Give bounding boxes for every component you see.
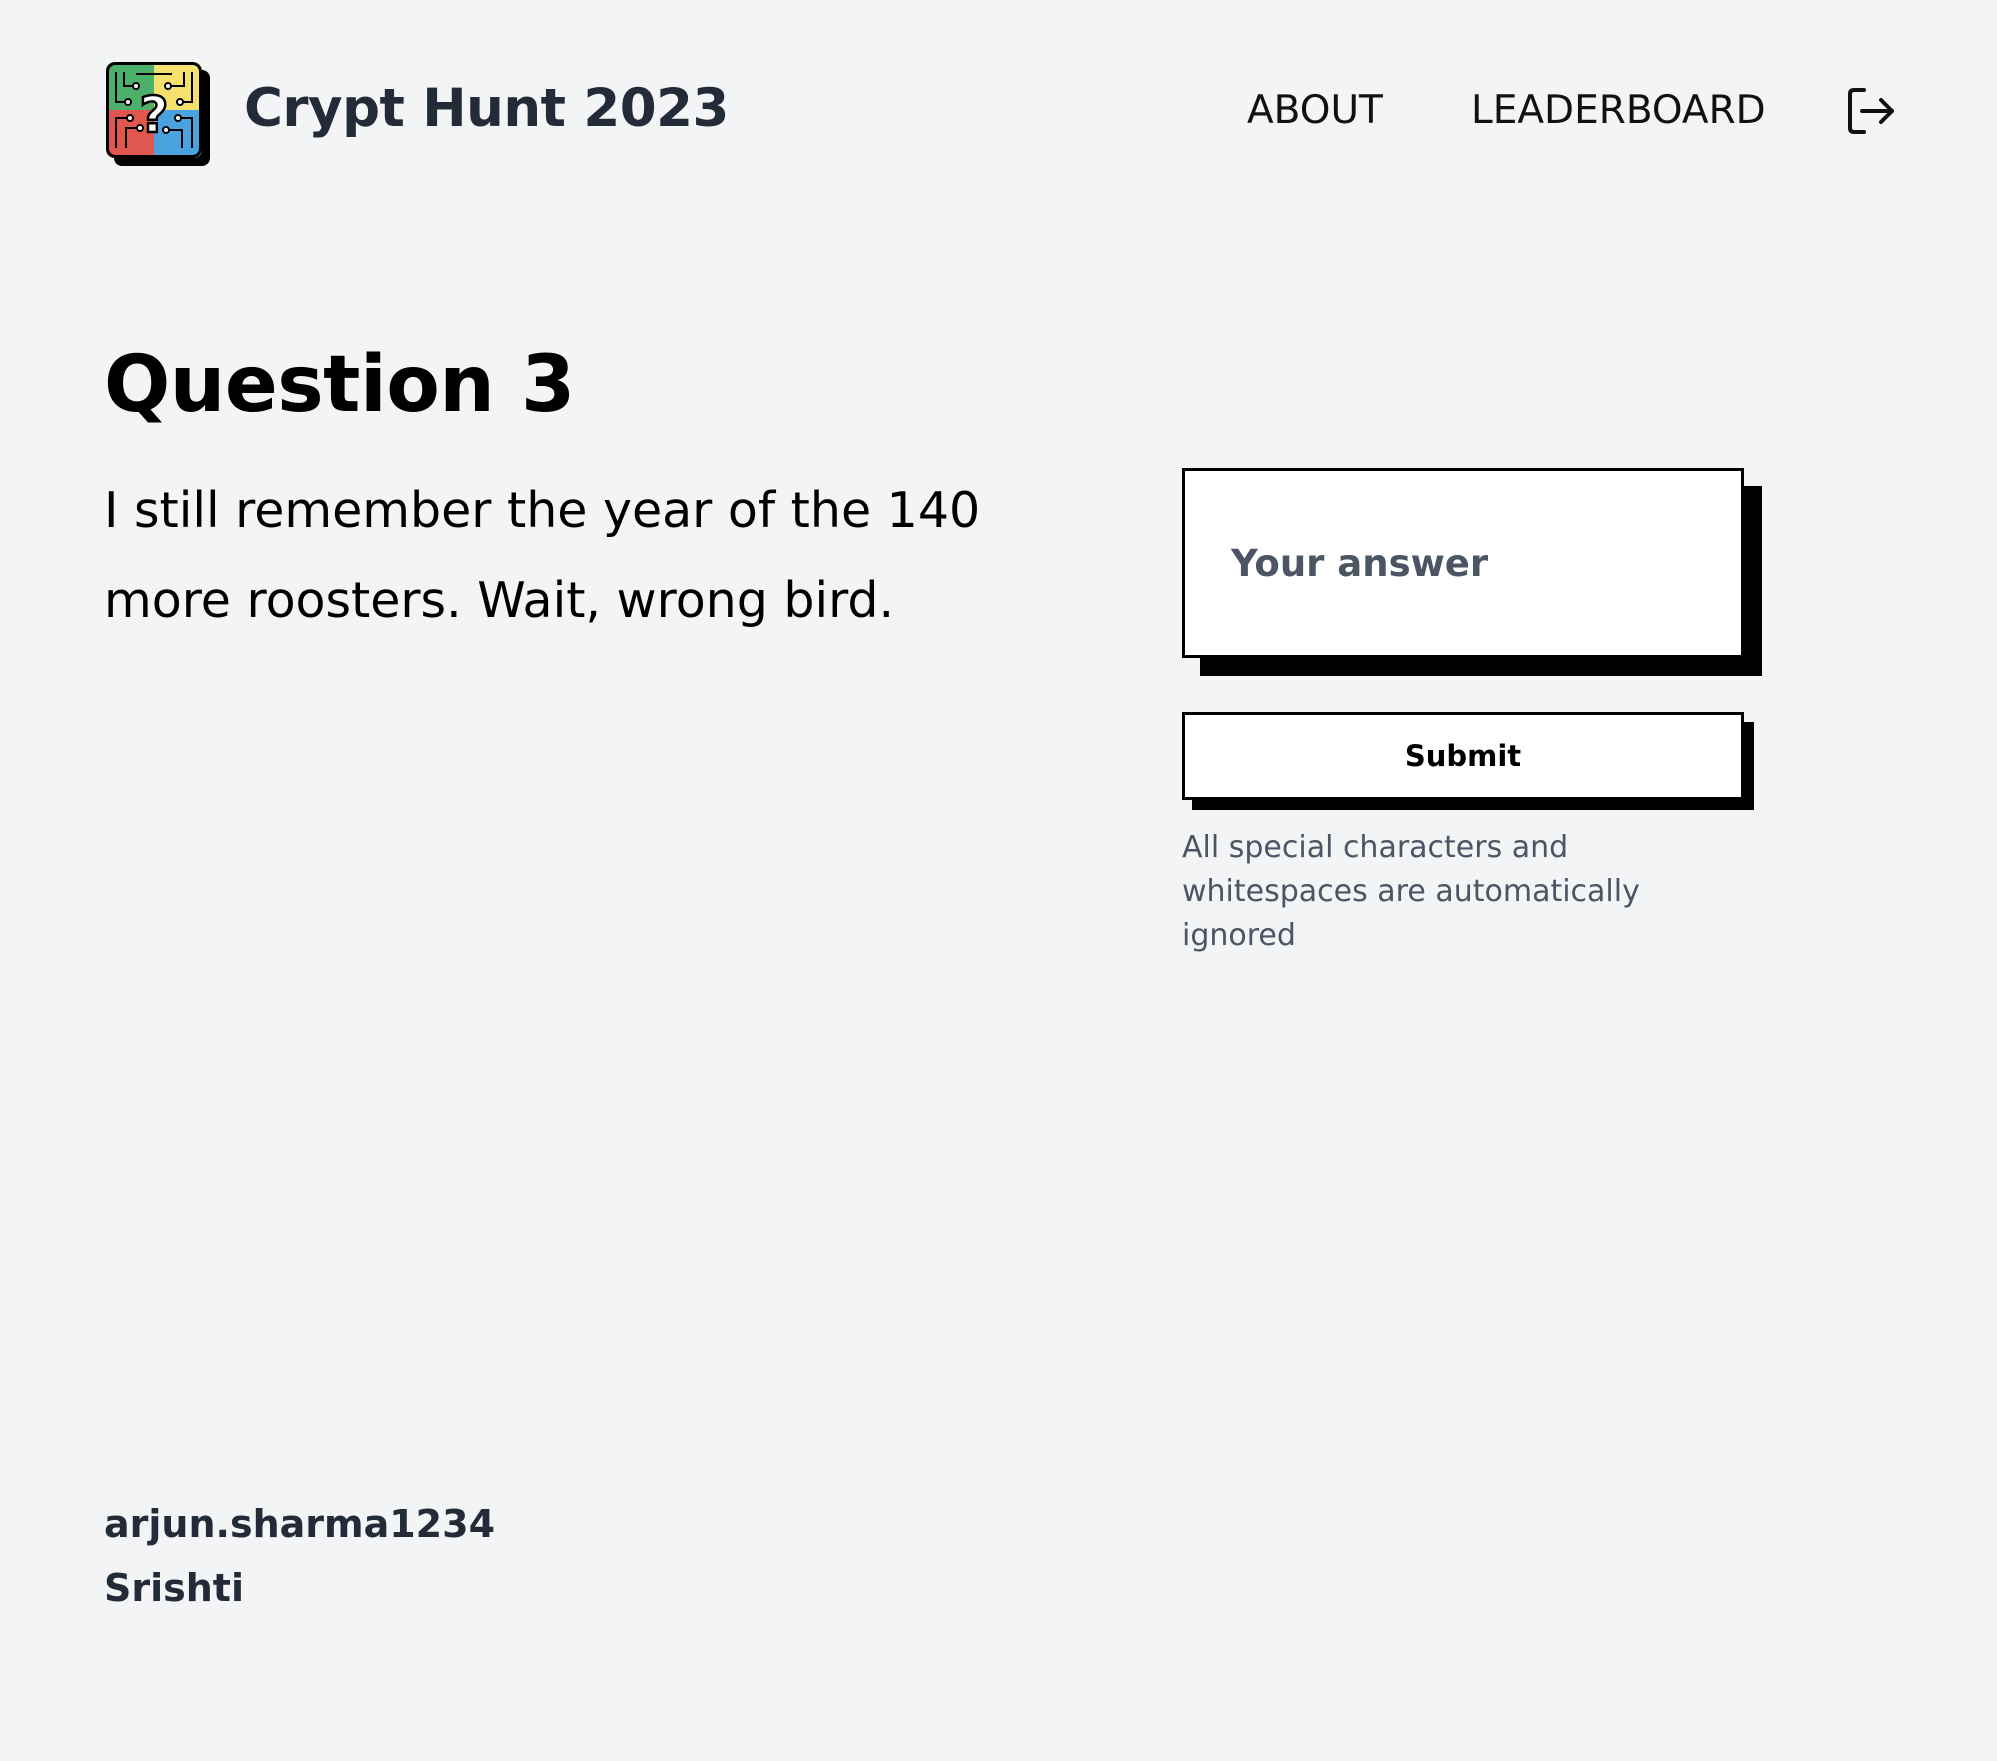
svg-text:?: ? xyxy=(139,86,168,144)
nav-leaderboard-link[interactable]: LEADERBOARD xyxy=(1471,88,1766,133)
logout-icon[interactable] xyxy=(1846,86,1896,136)
question-title: Question 3 xyxy=(104,340,575,430)
user-display-name: Srishti xyxy=(104,1566,244,1610)
submit-button[interactable]: Submit xyxy=(1182,712,1744,800)
site-header: ? Crypt Hunt 2023 ABOUT LEADERBOARD xyxy=(0,0,1997,230)
question-text: I still remember the year of the 140 mor… xyxy=(104,482,981,629)
username: arjun.sharma1234 xyxy=(104,1502,496,1546)
answer-field-wrapper xyxy=(1182,468,1744,658)
nav-about-link[interactable]: ABOUT xyxy=(1247,88,1383,133)
site-title[interactable]: Crypt Hunt 2023 xyxy=(244,78,729,139)
answer-input[interactable] xyxy=(1185,471,1741,655)
answer-hint-text: All special characters and whitespaces a… xyxy=(1182,830,1640,953)
circuit-question-logo-icon[interactable]: ? xyxy=(106,62,210,166)
